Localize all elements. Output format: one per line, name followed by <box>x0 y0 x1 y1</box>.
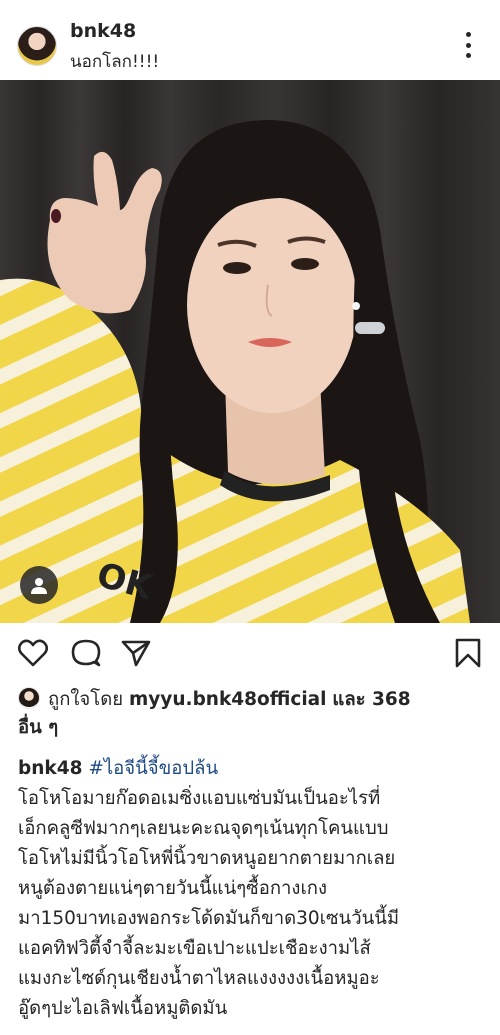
caption-username[interactable]: bnk48 <box>18 758 82 779</box>
post-photo[interactable]: OK <box>0 80 500 623</box>
caption-line: อู๊ดๆปะไอเลิฟเนื้อหมูติดมัน <box>18 998 228 1019</box>
post-header: bnk48 นอกโลก!!!! <box>0 0 500 80</box>
caption-line: มา150บาทเองพอกระโด้ดมันก็ขาด30เซนวันนี้ม… <box>18 908 400 929</box>
caption-line: โอโหโอมายก๊อดอเมซิ่งแอบแซ่บมันเป็นอะไรที… <box>18 788 381 809</box>
likes-prefix: ถูกใจโดย <box>48 689 124 710</box>
post-username[interactable]: bnk48 <box>70 20 136 42</box>
caption-line: เอ็กคลูซีฟมากๆเลยนะคะณจุดๆเน้นทุกโคนแบบ <box>18 818 389 839</box>
post-actions <box>0 623 500 683</box>
caption-line: โอโหไม่มีนิ้วโอโหพี่นิ้วขาดหนูอยากตายมาก… <box>18 848 396 869</box>
bookmark-icon[interactable] <box>452 637 484 669</box>
post-location[interactable]: นอกโลก!!!! <box>70 48 159 75</box>
more-vertical-icon[interactable] <box>460 32 476 58</box>
caption-hashtag[interactable]: #ไอจีนี้จี้ขอปล้น <box>88 758 218 779</box>
likes-count[interactable]: และ 368 <box>332 689 410 710</box>
likes-summary: ถูกใจโดย myyu.bnk48official และ 368 อื่น… <box>18 686 488 742</box>
heart-icon[interactable] <box>17 637 49 669</box>
comment-icon[interactable] <box>70 637 102 669</box>
post-caption: bnk48 #ไอจีนี้จี้ขอปล้น โอโหโอมายก๊อดอเม… <box>18 754 488 1024</box>
liker-username[interactable]: myyu.bnk48official <box>129 689 327 710</box>
profile-avatar[interactable] <box>17 26 57 66</box>
user-tag-icon[interactable] <box>20 566 58 604</box>
send-icon[interactable] <box>120 637 152 669</box>
caption-line: แมงกะไซด์กุนเชียงน้ำตาไหลแงงงงงเนื้อหมูอ… <box>18 968 380 989</box>
likes-others[interactable]: อื่น ๆ <box>18 717 58 738</box>
caption-line: แอคทิฟวิตี้จำจี้ละมะเขือเปาะแปะเชือะงามไ… <box>18 938 371 959</box>
caption-line: หนูต้องตายแน่ๆตายวันนี้แน่ๆซื้อกางเกง <box>18 878 328 899</box>
liker-avatar[interactable] <box>18 687 40 709</box>
